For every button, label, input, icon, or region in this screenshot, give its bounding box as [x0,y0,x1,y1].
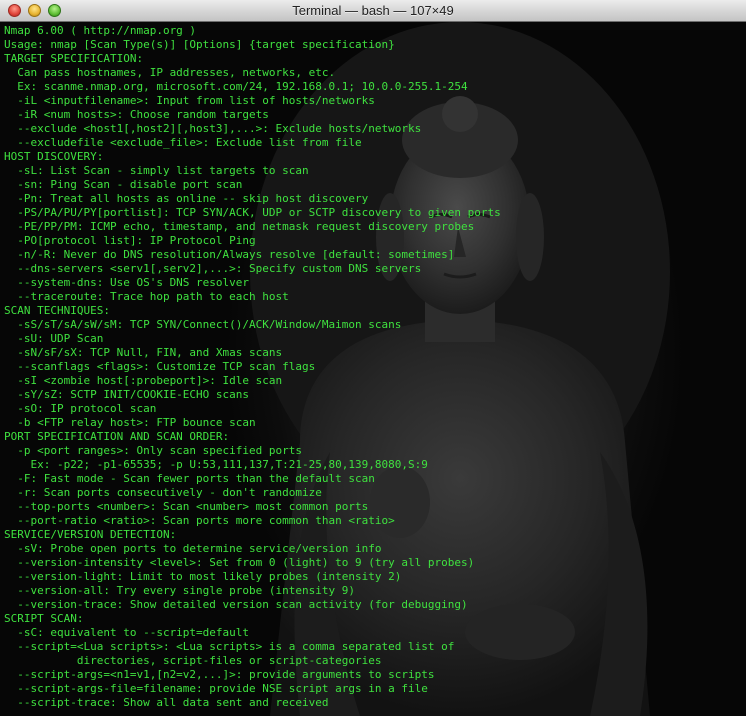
terminal-line: Usage: nmap [Scan Type(s)] [Options] {ta… [4,38,395,51]
terminal-line: --top-ports <number>: Scan <number> most… [4,500,369,513]
terminal-line: -F: Fast mode - Scan fewer ports than th… [4,472,375,485]
terminal-line: --dns-servers <serv1[,serv2],...>: Speci… [4,262,422,275]
window-title: Terminal — bash — 107×49 [292,3,454,18]
terminal-line: --version-all: Try every single probe (i… [4,584,355,597]
terminal-line: -sS/sT/sA/sW/sM: TCP SYN/Connect()/ACK/W… [4,318,402,331]
terminal-line: -iL <inputfilename>: Input from list of … [4,94,375,107]
terminal-line: --exclude <host1[,host2][,host3],...>: E… [4,122,422,135]
terminal-line: HOST DISCOVERY: [4,150,104,163]
terminal-line: -b <FTP relay host>: FTP bounce scan [4,416,256,429]
terminal-output[interactable]: Nmap 6.00 ( http://nmap.org ) Usage: nmap… [4,24,744,710]
terminal-line: -sY/sZ: SCTP INIT/COOKIE-ECHO scans [4,388,250,401]
terminal-line: --version-intensity <level>: Set from 0 … [4,556,475,569]
terminal-window: Terminal — bash — 107×49 Nmap 6.00 (htt… [0,0,746,716]
terminal-line: --port-ratio <ratio>: Scan ports more co… [4,514,395,527]
terminal-line: --version-light: Limit to most likely pr… [4,570,402,583]
terminal-line: PORT SPECIFICATION AND SCAN ORDER: [4,430,230,443]
terminal-line: --traceroute: Trace hop path to each hos… [4,290,289,303]
terminal-line: -Pn: Treat all hosts as online -- skip h… [4,192,369,205]
terminal-line: -PS/PA/PU/PY[portlist]: TCP SYN/ACK, UDP… [4,206,501,219]
terminal-line: Can pass hostnames, IP addresses, networ… [4,66,336,79]
terminal-line: -sI <zombie host[:probeport]>: Idle scan [4,374,283,387]
terminal-line: -sn: Ping Scan - disable port scan [4,178,243,191]
terminal-line: -sV: Probe open ports to determine servi… [4,542,382,555]
terminal-line: SCRIPT SCAN: [4,612,84,625]
terminal-line: directories, script-files or script-cate… [4,654,382,667]
terminal-line: -r: Scan ports consecutively - don't ran… [4,486,322,499]
terminal-line: -sL: List Scan - simply list targets to … [4,164,309,177]
terminal-line: Nmap 6.00 ( http://nmap.org ) [4,24,197,37]
terminal-line: -sO: IP protocol scan [4,402,157,415]
terminal-line: --script-trace: Show all data sent and r… [4,696,329,709]
terminal-line: --scanflags <flags>: Customize TCP scan … [4,360,316,373]
terminal-line: --excludefile <exclude_file>: Exclude li… [4,136,362,149]
terminal-line: --script-args=<n1=v1,[n2=v2,...]>: provi… [4,668,435,681]
terminal-line: --script=<Lua scripts>: <Lua scripts> is… [4,640,455,653]
terminal-line: SERVICE/VERSION DETECTION: [4,528,177,541]
terminal-line: -n/-R: Never do DNS resolution/Always re… [4,248,455,261]
terminal-line: SCAN TECHNIQUES: [4,304,110,317]
terminal-line: -PO[protocol list]: IP Protocol Ping [4,234,256,247]
title-bar[interactable]: Terminal — bash — 107×49 [0,0,746,22]
terminal-content[interactable]: Nmap 6.00 ( http://nmap.org ) Usage: nmap… [0,22,746,716]
terminal-line: -sN/sF/sX: TCP Null, FIN, and Xmas scans [4,346,283,359]
terminal-line: --system-dns: Use OS's DNS resolver [4,276,250,289]
terminal-line: --version-trace: Show detailed version s… [4,598,468,611]
terminal-line: -iR <num hosts>: Choose random targets [4,108,269,121]
terminal-line: Ex: -p22; -p1-65535; -p U:53,111,137,T:2… [4,458,428,471]
terminal-line: -sU: UDP Scan [4,332,104,345]
terminal-line: Ex: scanme.nmap.org, microsoft.com/24, 1… [4,80,468,93]
terminal-line: -p <port ranges>: Only scan specified po… [4,444,303,457]
terminal-line: -PE/PP/PM: ICMP echo, timestamp, and net… [4,220,475,233]
terminal-line: --script-args-file=filename: provide NSE… [4,682,428,695]
terminal-line: -sC: equivalent to --script=default [4,626,250,639]
terminal-line: TARGET SPECIFICATION: [4,52,144,65]
